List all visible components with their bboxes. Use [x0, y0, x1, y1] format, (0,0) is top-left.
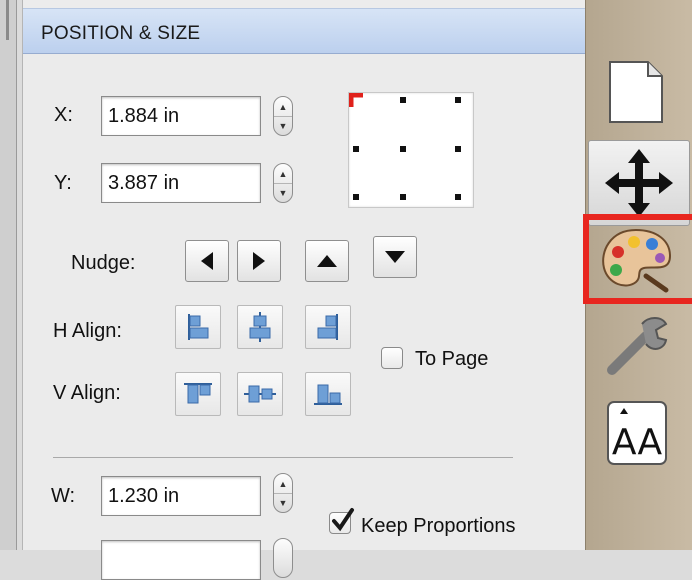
panel-header[interactable]: POSITION & SIZE [23, 8, 585, 54]
anchor-top-right[interactable] [455, 97, 461, 103]
x-field[interactable] [101, 96, 261, 136]
v-align-top-button[interactable] [175, 372, 221, 416]
v-align-middle-button[interactable] [237, 372, 283, 416]
nudge-down-button[interactable] [373, 236, 417, 278]
move-icon [605, 149, 673, 217]
align-right-icon [317, 314, 338, 340]
w-stepper-up[interactable]: ▲ [274, 474, 292, 494]
arrow-up-icon [317, 255, 337, 267]
w-label: W: [51, 485, 76, 507]
to-page-label[interactable]: To Page [415, 348, 488, 371]
x-stepper-down[interactable]: ▼ [274, 116, 292, 135]
tab-tools[interactable] [590, 304, 682, 388]
text-size-glyph: AA [612, 422, 663, 463]
arrow-right-icon [253, 252, 265, 270]
y-stepper-up[interactable]: ▲ [274, 164, 292, 184]
anchor-top-center[interactable] [400, 97, 406, 103]
keep-proportions-label[interactable]: Keep Proportions [361, 515, 516, 538]
h-align-label: H Align: [53, 320, 122, 342]
anchor-middle-left[interactable] [353, 146, 359, 152]
section-divider [53, 457, 513, 458]
y-input[interactable] [102, 164, 260, 202]
x-stepper-up[interactable]: ▲ [274, 97, 292, 117]
position-size-panel: POSITION & SIZE X: ▲ ▼ Y: ▲ ▼ Nudge: [22, 0, 586, 580]
align-left-icon [188, 314, 209, 340]
text-size-icon: AA [607, 401, 667, 465]
tab-text[interactable]: AA [590, 392, 682, 476]
nudge-label: Nudge: [71, 252, 136, 274]
anchor-bottom-left[interactable] [353, 194, 359, 200]
arrow-down-icon [385, 251, 405, 263]
align-center-icon [249, 312, 271, 342]
anchor-bottom-center[interactable] [400, 194, 406, 200]
arrow-left-icon [201, 252, 213, 270]
w-stepper-down[interactable]: ▼ [274, 493, 292, 512]
h-field[interactable] [101, 540, 261, 580]
document-icon [609, 61, 663, 123]
align-top-icon [184, 383, 212, 404]
y-stepper-down[interactable]: ▼ [274, 183, 292, 202]
w-field[interactable] [101, 476, 261, 516]
v-align-bottom-button[interactable] [305, 372, 351, 416]
to-page-checkbox[interactable] [381, 347, 403, 369]
anchor-point-grid[interactable] [348, 92, 474, 208]
h-align-center-button[interactable] [237, 305, 283, 349]
v-align-label: V Align: [53, 382, 121, 404]
anchor-middle-right[interactable] [455, 146, 461, 152]
y-label: Y: [54, 172, 72, 194]
highlight-annotation [583, 214, 692, 304]
align-middle-icon [244, 385, 276, 403]
y-field[interactable] [101, 163, 261, 203]
h-align-left-button[interactable] [175, 305, 221, 349]
nudge-up-button[interactable] [305, 240, 349, 282]
h-stepper[interactable] [273, 538, 293, 578]
panel-title: POSITION & SIZE [41, 23, 201, 44]
nudge-right-button[interactable] [237, 240, 281, 282]
tab-document[interactable] [590, 48, 682, 132]
align-bottom-icon [314, 384, 342, 405]
anchor-bottom-right[interactable] [455, 194, 461, 200]
h-align-right-button[interactable] [305, 305, 351, 349]
left-panel-edge [0, 0, 17, 550]
anchor-center[interactable] [400, 146, 406, 152]
wrench-icon [607, 317, 668, 375]
nudge-left-button[interactable] [185, 240, 229, 282]
x-label: X: [54, 104, 73, 126]
y-stepper[interactable]: ▲ ▼ [273, 163, 293, 203]
keep-proportions-checkbox[interactable] [329, 508, 354, 534]
w-stepper[interactable]: ▲ ▼ [273, 473, 293, 513]
x-stepper[interactable]: ▲ ▼ [273, 96, 293, 136]
w-input[interactable] [102, 477, 260, 515]
checkmark-icon [332, 508, 354, 532]
x-input[interactable] [102, 97, 260, 135]
